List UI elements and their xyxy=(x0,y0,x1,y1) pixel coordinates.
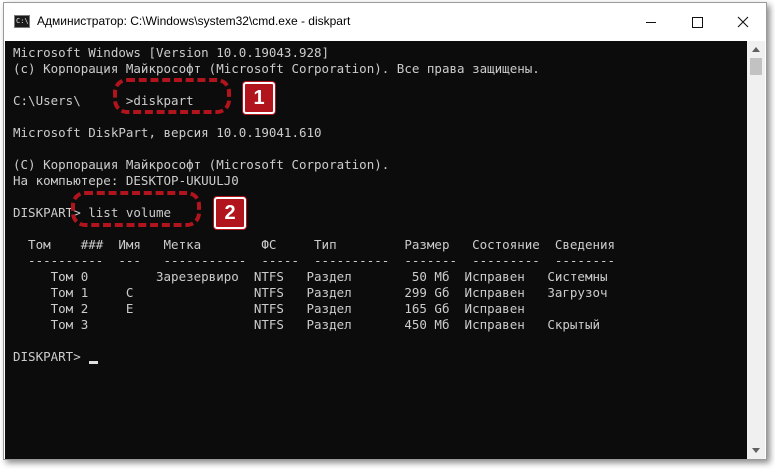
console-line: Microsoft DiskPart, версия 10.0.19041.61… xyxy=(13,125,322,140)
console-line: (C) Корпорация Майкрософт (Microsoft Cor… xyxy=(13,157,390,172)
scroll-down-arrow-icon xyxy=(752,448,760,453)
console-line: На компьютере: DESKTOP-UKUULJ0 xyxy=(13,173,239,188)
close-icon xyxy=(737,16,749,28)
step-badge-2: 2 xyxy=(214,197,246,229)
scroll-up-button[interactable] xyxy=(747,41,765,58)
cmd-window: C:\ Администратор: C:\Windows\system32\c… xyxy=(3,2,767,460)
scroll-up-arrow-icon xyxy=(752,47,760,52)
console-line: ---------- --- ----------- ----- -------… xyxy=(13,253,616,268)
maximize-icon xyxy=(691,16,703,28)
callout-diskpart-command xyxy=(113,78,231,114)
minimize-icon xyxy=(646,21,656,23)
console-line: Том 1 C NTFS Раздел 299 Gб Исправен Загр… xyxy=(13,285,608,300)
console-line: DISKPART> xyxy=(13,349,89,364)
minimize-button[interactable] xyxy=(628,3,674,41)
console-line: Том 0 Зарезервиро NTFS Раздел 50 Мб Испр… xyxy=(13,269,608,284)
console-line: Том 2 E NTFS Раздел 165 Gб Исправен xyxy=(13,301,525,316)
text-cursor xyxy=(88,361,98,364)
cmd-icon: C:\ xyxy=(14,15,30,28)
close-button[interactable] xyxy=(720,3,766,41)
console-line: (c) Корпорация Майкрософт (Microsoft Cor… xyxy=(13,61,540,76)
title-bar[interactable]: C:\ Администратор: C:\Windows\system32\c… xyxy=(4,3,766,41)
console-line: Microsoft Windows [Version 10.0.19043.92… xyxy=(13,45,330,60)
console-line: Том ### Имя Метка ФС Тип Размер Состояни… xyxy=(13,237,616,252)
callout-list-volume-command xyxy=(71,191,201,227)
window-title: Администратор: C:\Windows\system32\cmd.e… xyxy=(37,14,351,28)
scroll-thumb[interactable] xyxy=(750,58,762,75)
maximize-button[interactable] xyxy=(674,3,720,41)
scroll-down-button[interactable] xyxy=(747,442,765,459)
console-line: Том 3 NTFS Раздел 450 Мб Исправен Скрыты… xyxy=(13,317,600,332)
vertical-scrollbar[interactable] xyxy=(747,41,765,459)
step-badge-1: 1 xyxy=(243,82,275,114)
